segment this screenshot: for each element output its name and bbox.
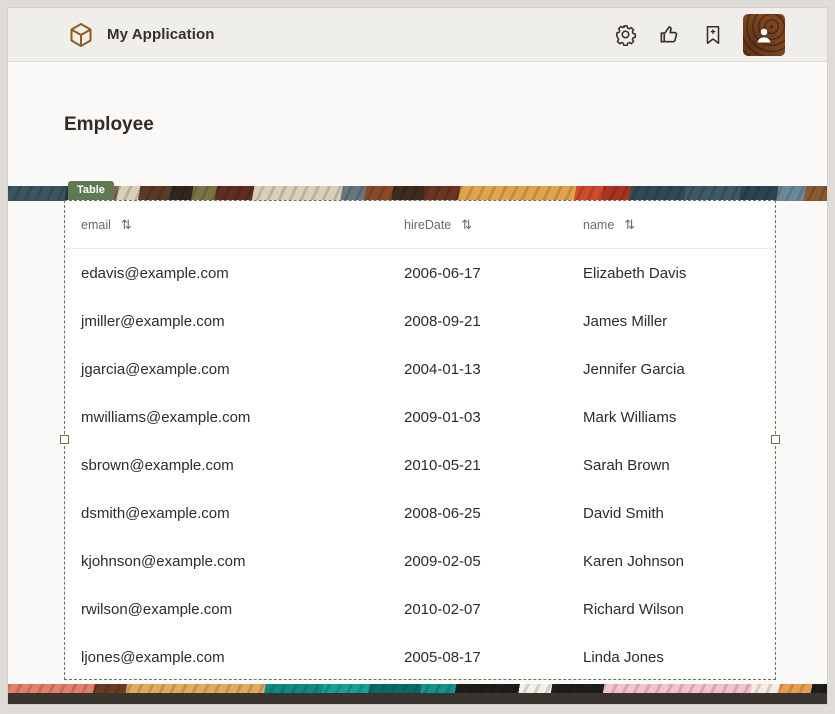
settings-button[interactable]	[611, 21, 639, 49]
cell-email: jgarcia@example.com	[81, 361, 404, 378]
column-header-name[interactable]: name ⇅	[583, 217, 775, 233]
table-row[interactable]: rwilson@example.com 2010-02-07 Richard W…	[65, 585, 775, 633]
table-row[interactable]: sbrown@example.com 2010-05-21 Sarah Brow…	[65, 441, 775, 489]
sort-arrows-icon[interactable]: ⇅	[461, 217, 472, 233]
column-label: email	[81, 218, 111, 232]
person-icon	[752, 23, 776, 47]
resize-handle-right[interactable]	[771, 435, 780, 444]
cell-email: jmiller@example.com	[81, 313, 404, 330]
footer-bar	[8, 693, 827, 704]
cell-name: Sarah Brown	[583, 457, 775, 474]
cell-hiredate: 2006-06-17	[404, 265, 583, 282]
column-label: name	[583, 218, 614, 232]
app-title: My Application	[107, 26, 215, 43]
sort-arrows-icon[interactable]: ⇅	[121, 217, 132, 233]
table-row[interactable]: edavis@example.com 2006-06-17 Elizabeth …	[65, 249, 775, 297]
user-avatar-button[interactable]	[743, 14, 785, 56]
cell-email: ljones@example.com	[81, 649, 404, 666]
sort-arrows-icon[interactable]: ⇅	[624, 217, 635, 233]
cell-name: David Smith	[583, 505, 775, 522]
cube-logo-icon	[68, 22, 94, 48]
column-label: hireDate	[404, 218, 451, 232]
app-brand: My Application	[68, 22, 215, 48]
page-title: Employee	[64, 114, 154, 136]
cell-name: James Miller	[583, 313, 775, 330]
table-header-row: email ⇅ hireDate ⇅ name ⇅	[65, 201, 775, 249]
table-row[interactable]: jmiller@example.com 2008-09-21 James Mil…	[65, 297, 775, 345]
cell-name: Richard Wilson	[583, 601, 775, 618]
decorative-stripe-band-bottom	[8, 684, 827, 693]
cell-hiredate: 2008-06-25	[404, 505, 583, 522]
like-button[interactable]	[655, 21, 683, 49]
cell-email: sbrown@example.com	[81, 457, 404, 474]
column-header-hiredate[interactable]: hireDate ⇅	[404, 217, 583, 233]
gear-icon	[614, 23, 637, 46]
thumbs-up-icon	[658, 23, 681, 46]
cell-name: Karen Johnson	[583, 553, 775, 570]
cell-email: edavis@example.com	[81, 265, 404, 282]
cell-name: Elizabeth Davis	[583, 265, 775, 282]
designer-frame: My Application	[0, 0, 835, 714]
cell-name: Mark Williams	[583, 409, 775, 426]
table-row[interactable]: jgarcia@example.com 2004-01-13 Jennifer …	[65, 345, 775, 393]
selection-badge[interactable]: Table	[68, 181, 114, 200]
column-header-email[interactable]: email ⇅	[81, 217, 404, 233]
bookmark-add-icon	[702, 24, 724, 46]
page-content: Employee Table email ⇅ hireDate ⇅	[8, 62, 827, 704]
cell-hiredate: 2009-02-05	[404, 553, 583, 570]
cell-name: Jennifer Garcia	[583, 361, 775, 378]
table-row[interactable]: dsmith@example.com 2008-06-25 David Smit…	[65, 489, 775, 537]
table-row[interactable]: kjohnson@example.com 2009-02-05 Karen Jo…	[65, 537, 775, 585]
cell-hiredate: 2010-05-21	[404, 457, 583, 474]
cell-email: mwilliams@example.com	[81, 409, 404, 426]
cell-email: dsmith@example.com	[81, 505, 404, 522]
cell-hiredate: 2005-08-17	[404, 649, 583, 666]
cell-email: kjohnson@example.com	[81, 553, 404, 570]
resize-handle-left[interactable]	[60, 435, 69, 444]
cell-hiredate: 2008-09-21	[404, 313, 583, 330]
cell-name: Linda Jones	[583, 649, 775, 666]
bookmark-button[interactable]	[699, 21, 727, 49]
decorative-stripe-band-top	[8, 186, 827, 201]
table-component-selection[interactable]: email ⇅ hireDate ⇅ name ⇅ edavis@example…	[64, 200, 776, 680]
cell-email: rwilson@example.com	[81, 601, 404, 618]
cell-hiredate: 2004-01-13	[404, 361, 583, 378]
table-row[interactable]: mwilliams@example.com 2009-01-03 Mark Wi…	[65, 393, 775, 441]
cell-hiredate: 2010-02-07	[404, 601, 583, 618]
table-body: edavis@example.com 2006-06-17 Elizabeth …	[65, 249, 775, 681]
app-canvas: My Application	[8, 8, 827, 704]
table-row[interactable]: ljones@example.com 2005-08-17 Linda Jone…	[65, 633, 775, 681]
app-header: My Application	[8, 8, 827, 62]
cell-hiredate: 2009-01-03	[404, 409, 583, 426]
